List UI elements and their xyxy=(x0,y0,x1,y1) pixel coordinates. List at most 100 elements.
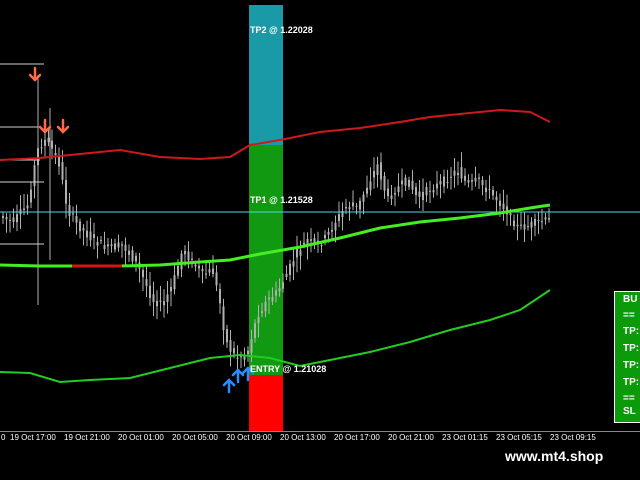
candle-body xyxy=(96,242,99,246)
sell-arrow-icon xyxy=(56,118,70,134)
candle-body xyxy=(222,306,225,331)
tp1-label: TP1 @ 1.21528 xyxy=(250,195,313,205)
candle-body xyxy=(408,179,410,187)
signal-tp-line: TP: xyxy=(623,360,640,371)
candle-body xyxy=(320,245,323,247)
candle-body xyxy=(292,261,295,267)
candle-body xyxy=(467,180,470,183)
time-tick: 20 Oct 21:00 xyxy=(388,433,434,442)
candle-body xyxy=(429,190,431,192)
candle-body xyxy=(187,251,190,261)
candle-body xyxy=(191,258,193,260)
candle-body xyxy=(170,286,172,292)
candle-body xyxy=(299,250,302,256)
candle-body xyxy=(75,215,78,223)
candle-body xyxy=(5,217,8,220)
candle-body xyxy=(303,242,305,245)
candle-body xyxy=(30,189,32,203)
candle-body xyxy=(236,357,239,359)
candle-body xyxy=(446,181,449,184)
candle-body xyxy=(54,152,57,156)
candle-body xyxy=(548,218,550,220)
candle-body xyxy=(422,192,424,200)
candle-body xyxy=(488,189,491,191)
candle-body xyxy=(257,316,260,324)
candle-body xyxy=(180,253,183,270)
time-tick: 20 Oct 01:00 xyxy=(118,433,164,442)
candle-body xyxy=(380,162,382,180)
candle-body xyxy=(310,239,312,241)
candle-body xyxy=(418,191,421,197)
candle-body xyxy=(530,221,533,228)
candle-body xyxy=(107,244,109,247)
buy-arrow-icon xyxy=(231,368,245,384)
candle-body xyxy=(47,137,50,143)
time-tick: 0 xyxy=(1,433,6,442)
candle-body xyxy=(264,301,267,312)
candle-body xyxy=(124,244,127,251)
candle-body xyxy=(142,269,144,278)
candle-body xyxy=(93,234,95,239)
candle-body xyxy=(443,176,445,187)
candle-body xyxy=(362,194,365,202)
time-axis: 0 19 Oct 17:00 19 Oct 21:00 20 Oct 01:00… xyxy=(0,432,640,444)
time-tick: 19 Oct 21:00 xyxy=(64,433,110,442)
candle-body xyxy=(117,242,120,248)
candle-body xyxy=(240,356,242,358)
signal-tp-line: TP: xyxy=(623,326,640,337)
candle-body xyxy=(313,238,316,243)
candle-body xyxy=(121,244,123,246)
candle-body xyxy=(355,205,358,207)
candle-body xyxy=(275,290,277,296)
candle-body xyxy=(215,272,218,286)
candle-body xyxy=(369,181,372,190)
loss-zone xyxy=(249,375,283,432)
candle-body xyxy=(464,175,466,181)
candle-body xyxy=(177,265,179,276)
candle-body xyxy=(296,249,298,258)
buy-arrow-icon xyxy=(222,378,236,394)
candle-body xyxy=(509,212,512,216)
candle-body xyxy=(499,200,501,206)
candle-body xyxy=(9,219,11,221)
candle-body xyxy=(205,273,207,275)
candle-body xyxy=(61,162,64,180)
candle-body xyxy=(131,250,134,262)
candle-body xyxy=(254,323,256,339)
candle-body xyxy=(439,180,442,185)
candle-body xyxy=(397,186,400,193)
candle-body xyxy=(219,289,221,304)
candle-body xyxy=(26,205,29,209)
candle-body xyxy=(534,219,536,226)
candle-body xyxy=(79,221,81,232)
candle-body xyxy=(114,243,116,250)
candle-body xyxy=(324,234,326,239)
candle-body xyxy=(453,170,456,176)
candle-body xyxy=(471,180,473,182)
candle-body xyxy=(495,196,498,201)
candle-body xyxy=(201,269,204,272)
chart-window: TP2 @ 1.22028 TP1 @ 1.21528 ENTRY @ 1.21… xyxy=(0,0,640,480)
candle-body xyxy=(516,224,519,227)
candle-body xyxy=(387,188,389,197)
candle-body xyxy=(415,187,417,196)
signal-sl-line: SL xyxy=(623,406,636,417)
candle-body xyxy=(513,220,515,227)
sell-arrow-icon xyxy=(38,118,52,134)
candle-body xyxy=(152,294,155,303)
candle-body xyxy=(184,250,186,255)
candle-body xyxy=(327,231,330,235)
candle-body xyxy=(478,177,480,179)
signal-panel: BU == TP: TP: TP: TP: == SL xyxy=(614,291,640,423)
tp2-label: TP2 @ 1.22028 xyxy=(250,25,313,35)
time-tick: 23 Oct 09:15 xyxy=(550,433,596,442)
candle-body xyxy=(366,187,368,194)
candle-body xyxy=(226,329,228,343)
time-tick: 23 Oct 01:15 xyxy=(442,433,488,442)
candle-body xyxy=(100,240,102,242)
signal-tp-line: TP: xyxy=(623,377,640,388)
time-tick: 20 Oct 17:00 xyxy=(334,433,380,442)
candle-body xyxy=(2,215,4,219)
signal-separator: == xyxy=(623,393,635,404)
candle-body xyxy=(523,224,526,230)
